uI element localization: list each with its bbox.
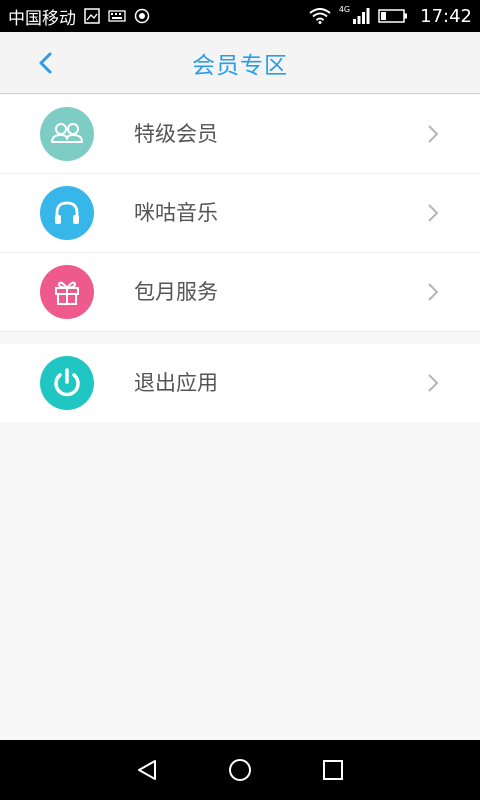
app-icon xyxy=(134,8,150,24)
menu-item-vip[interactable]: 特级会员 xyxy=(0,95,480,174)
status-bar: 中国移动 4G 17:42 xyxy=(0,0,480,32)
chevron-left-icon xyxy=(39,52,52,74)
back-triangle-icon xyxy=(137,760,156,780)
people-icon xyxy=(40,107,94,161)
menu-item-monthly-service[interactable]: 包月服务 xyxy=(0,253,480,332)
chevron-right-icon xyxy=(428,283,439,301)
gift-icon xyxy=(40,265,94,319)
chevron-right-icon xyxy=(428,374,439,392)
nav-home-button[interactable] xyxy=(220,750,260,790)
status-bar-left: 中国移动 xyxy=(8,4,150,29)
status-bar-right: 4G 17:42 xyxy=(309,4,472,27)
battery-icon xyxy=(378,8,408,24)
system-nav-bar xyxy=(0,740,480,800)
keyboard-icon xyxy=(108,9,126,23)
carrier-name: 中国移动 xyxy=(8,8,76,29)
section-gap xyxy=(0,332,480,344)
menu-item-exit-app[interactable]: 退出应用 xyxy=(0,344,480,422)
chevron-right-icon xyxy=(428,125,439,143)
power-icon xyxy=(40,356,94,410)
signal-icon xyxy=(352,8,370,24)
back-button[interactable] xyxy=(28,46,62,80)
menu-item-label: 退出应用 xyxy=(134,371,218,395)
chevron-right-icon xyxy=(428,204,439,222)
header-bar: 会员专区 xyxy=(0,32,480,94)
recents-square-icon xyxy=(323,760,344,780)
nav-back-button[interactable] xyxy=(127,750,167,790)
headphones-icon xyxy=(40,186,94,240)
menu-item-label: 特级会员 xyxy=(134,122,218,146)
wifi-icon xyxy=(309,8,331,24)
menu-list: 特级会员 咪咕音乐 包月服务 退出应用 xyxy=(0,95,480,422)
menu-item-label: 包月服务 xyxy=(134,280,218,304)
network-type: 4G xyxy=(338,4,351,14)
menu-item-migu-music[interactable]: 咪咕音乐 xyxy=(0,174,480,253)
image-icon xyxy=(84,8,100,24)
home-circle-icon xyxy=(228,759,251,781)
page-title: 会员专区 xyxy=(192,52,288,79)
nav-recents-button[interactable] xyxy=(313,750,353,790)
clock-time: 17:42 xyxy=(420,5,472,27)
menu-item-label: 咪咕音乐 xyxy=(134,201,218,225)
